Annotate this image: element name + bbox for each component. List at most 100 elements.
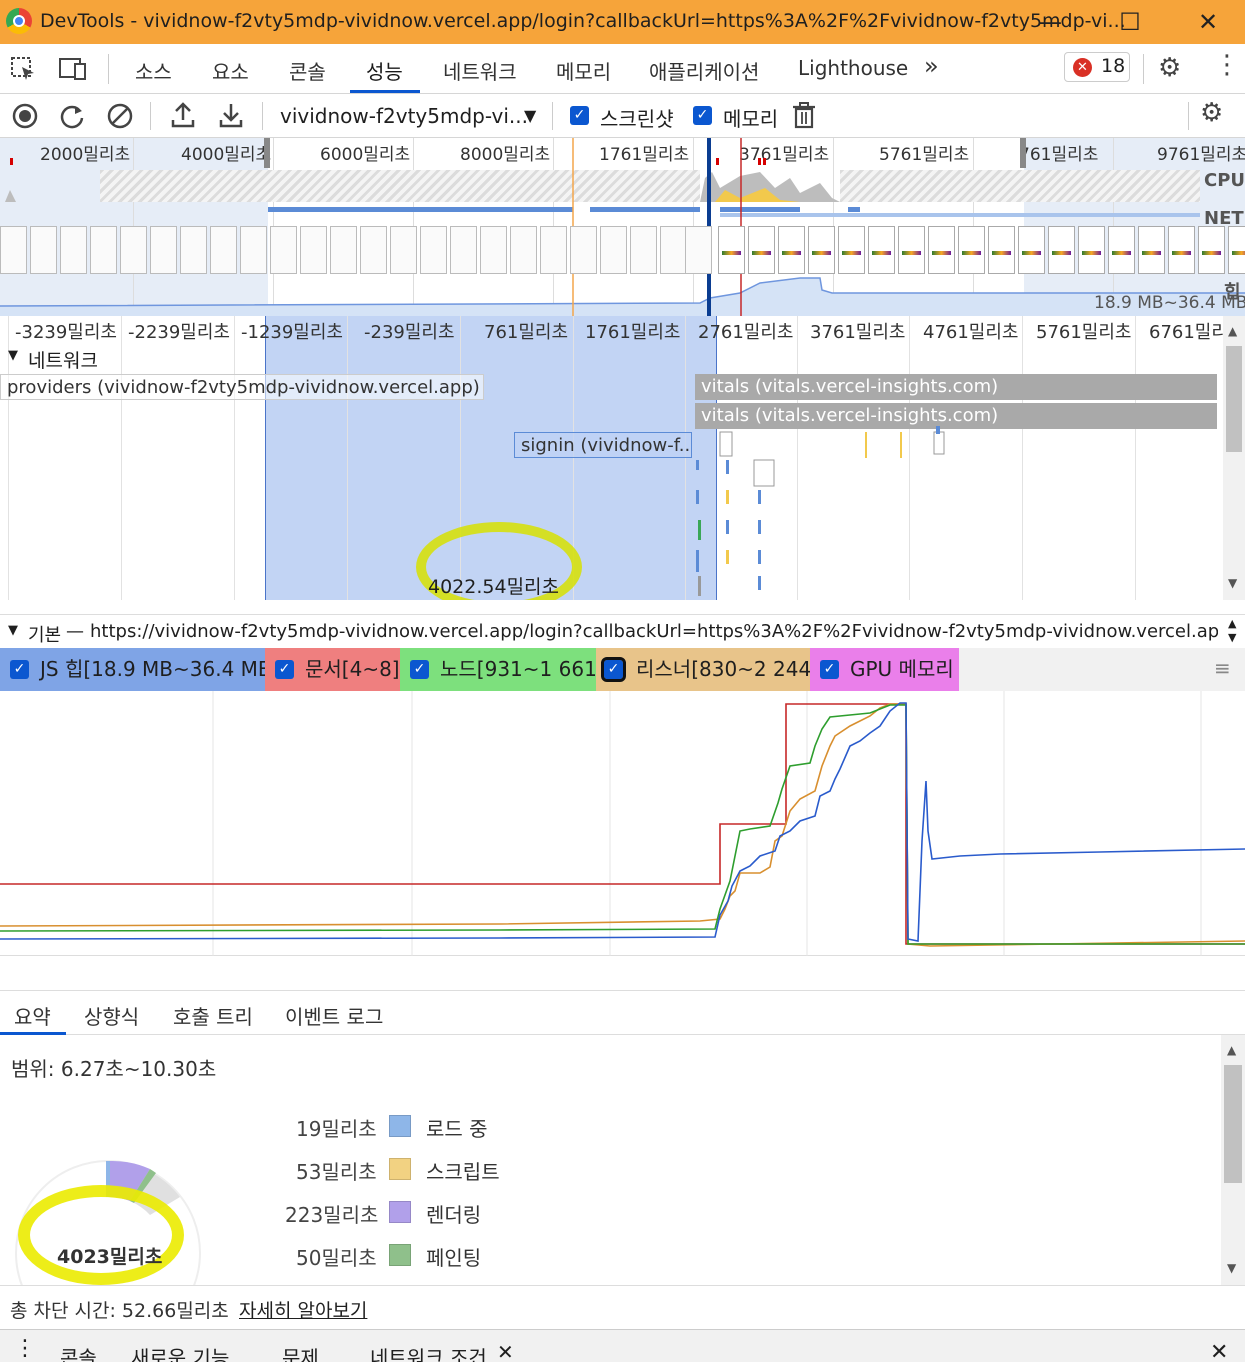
screenshot-thumbnail[interactable] [928,226,955,274]
error-counter-button[interactable]: ✕ 18 [1064,52,1130,82]
network-request-bar[interactable]: providers (vividnow-f2vty5mdp-vividnow.v… [0,374,484,400]
screenshot-thumbnail[interactable] [240,226,267,274]
screenshot-thumbnail[interactable] [685,226,712,274]
screenshot-thumbnail[interactable] [450,226,477,274]
scroll-up-icon[interactable]: ▲ [1227,1043,1236,1057]
screenshot-thumbnail[interactable] [300,226,327,274]
row-scroll-icon[interactable]: ▲ ▼ [1228,617,1236,645]
screenshot-thumbnail[interactable] [480,226,507,274]
screenshot-thumbnail[interactable] [90,226,117,274]
tab-call-tree[interactable]: 호출 트리 [173,1001,253,1030]
screenshot-thumbnail[interactable] [630,226,657,274]
screenshot-thumbnail[interactable] [60,226,87,274]
device-toolbar-icon[interactable] [58,56,88,82]
more-tabs-button[interactable]: » [924,52,939,80]
js-heap-checkbox[interactable]: ✓ [10,660,29,679]
screenshot-thumbnail[interactable] [390,226,417,274]
screenshot-thumbnail[interactable] [270,226,297,274]
screenshot-thumbnail[interactable] [30,226,57,274]
legend-listeners[interactable]: ✓ 리스너[830~2 244] [596,648,819,691]
documents-checkbox[interactable]: ✓ [275,660,294,679]
screenshot-thumbnail[interactable] [1078,226,1105,274]
learn-more-link[interactable]: 자세히 알아보기 [239,1296,367,1323]
screenshot-checkbox[interactable]: ✓ [570,106,589,125]
tab-memory[interactable]: 메모리 [556,56,611,85]
maximize-button[interactable]: ☐ [1110,6,1150,38]
nodes-checkbox[interactable]: ✓ [410,660,429,679]
drawer-tab-network-conditions[interactable]: 네트워크 조건 [370,1342,487,1362]
minimize-button[interactable]: — [1030,6,1070,38]
gpu-memory-checkbox[interactable]: ✓ [820,660,839,679]
screenshot-thumbnail[interactable] [150,226,177,274]
profile-select[interactable]: vividnow-f2vty5mdp-vi... [280,104,528,128]
listeners-checkbox[interactable]: ✓ [601,657,626,682]
screenshot-thumbnail[interactable] [1168,226,1195,274]
scroll-up-icon[interactable]: ▲ [1228,324,1237,338]
screenshot-thumbnail[interactable] [1018,226,1045,274]
tab-console[interactable]: 콘솔 [289,56,326,85]
collapse-triangle-icon[interactable]: ▼ [8,348,18,363]
screenshot-thumbnail[interactable] [1048,226,1075,274]
reload-record-icon[interactable] [58,102,86,135]
drawer-tab-console[interactable]: 콘솔 [60,1342,97,1362]
screenshot-thumbnail[interactable] [1198,226,1225,274]
screenshot-thumbnail[interactable] [958,226,985,274]
tab-performance[interactable]: 성능 [366,56,403,85]
close-drawer-icon[interactable]: ✕ [1210,1340,1228,1362]
network-request-bar[interactable]: signin (vividnow-f... [514,432,692,458]
chevron-down-icon[interactable]: ▼ [524,106,536,125]
tab-bottom-up[interactable]: 상향식 [84,1001,139,1030]
tab-sources[interactable]: 소스 [135,56,172,85]
legend-js-heap[interactable]: ✓ JS 힙[18.9 MB~36.4 MB] [0,648,279,691]
legend-documents[interactable]: ✓ 문서[4~8] [265,648,400,691]
scroll-down-icon[interactable]: ▼ [1227,1261,1236,1275]
scroll-thumb[interactable] [1226,346,1242,452]
timeline-overview[interactable]: 2000밀리초 4000밀리초 6000밀리초 8000밀리초 1761밀리초 … [0,138,1245,316]
screenshot-thumbnail[interactable] [570,226,597,274]
drawer-tab-whats-new[interactable]: 새로운 기능 [131,1342,229,1362]
screenshot-thumbnail[interactable] [778,226,805,274]
inspect-element-icon[interactable] [10,56,38,82]
screenshot-thumbnail[interactable] [868,226,895,274]
scroll-down-icon[interactable]: ▼ [1228,576,1237,590]
tab-application[interactable]: 애플리케이션 [649,56,759,85]
network-request-bar[interactable]: vitals (vitals.vercel-insights.com) [695,374,1217,400]
screenshot-thumbnail[interactable] [808,226,835,274]
screenshot-thumbnail[interactable] [660,226,687,274]
screenshot-thumbnail[interactable] [748,226,775,274]
legend-nodes[interactable]: ✓ 노드[931~1 661] [400,648,605,691]
upload-profile-icon[interactable] [169,100,197,135]
network-track[interactable]: -3239밀리초 -2239밀리초 -1239밀리초 -239밀리초 761밀리… [0,316,1245,600]
tab-summary[interactable]: 요약 [14,1001,51,1030]
resize-handle[interactable]: ... [615,588,630,600]
scroll-thumb[interactable] [1224,1065,1242,1183]
screenshot-thumbnail[interactable] [1228,226,1245,274]
legend-gpu-memory[interactable]: ✓ GPU 메모리 [810,648,959,691]
download-profile-icon[interactable] [217,100,245,135]
main-thread-row[interactable]: ▼ 기본 — https://vividnow-f2vty5mdp-vividn… [0,614,1245,648]
screenshot-thumbnail[interactable] [1108,226,1135,274]
screenshot-thumbnail[interactable] [1138,226,1165,274]
screenshot-thumbnail[interactable] [0,226,27,274]
network-scrollbar[interactable]: ▲ ▼ [1223,316,1245,600]
screenshot-thumbnail[interactable] [898,226,925,274]
screenshot-thumbnail[interactable] [180,226,207,274]
screenshot-thumbnail[interactable] [510,226,537,274]
screenshot-thumbnail[interactable] [210,226,237,274]
screenshot-thumbnail[interactable] [988,226,1015,274]
screenshot-thumbnail[interactable] [330,226,357,274]
drag-handle-icon[interactable]: ≡ [1214,656,1231,680]
more-options-icon[interactable]: ⋮ [1214,50,1240,80]
close-tab-icon[interactable]: ✕ [497,1340,514,1362]
screenshot-thumbnail[interactable] [540,226,567,274]
screenshot-thumbnail[interactable] [600,226,627,274]
close-window-button[interactable]: ✕ [1188,6,1228,38]
tab-event-log[interactable]: 이벤트 로그 [285,1001,383,1030]
screenshot-thumbnail[interactable] [360,226,387,274]
drawer-menu-icon[interactable]: ⋮ [14,1336,36,1361]
clear-icon[interactable] [106,102,134,135]
screenshot-thumbnail[interactable] [420,226,447,274]
screenshot-thumbnail[interactable] [120,226,147,274]
tab-elements[interactable]: 요소 [212,56,249,85]
drawer-tab-issues[interactable]: 문제 [282,1342,319,1362]
